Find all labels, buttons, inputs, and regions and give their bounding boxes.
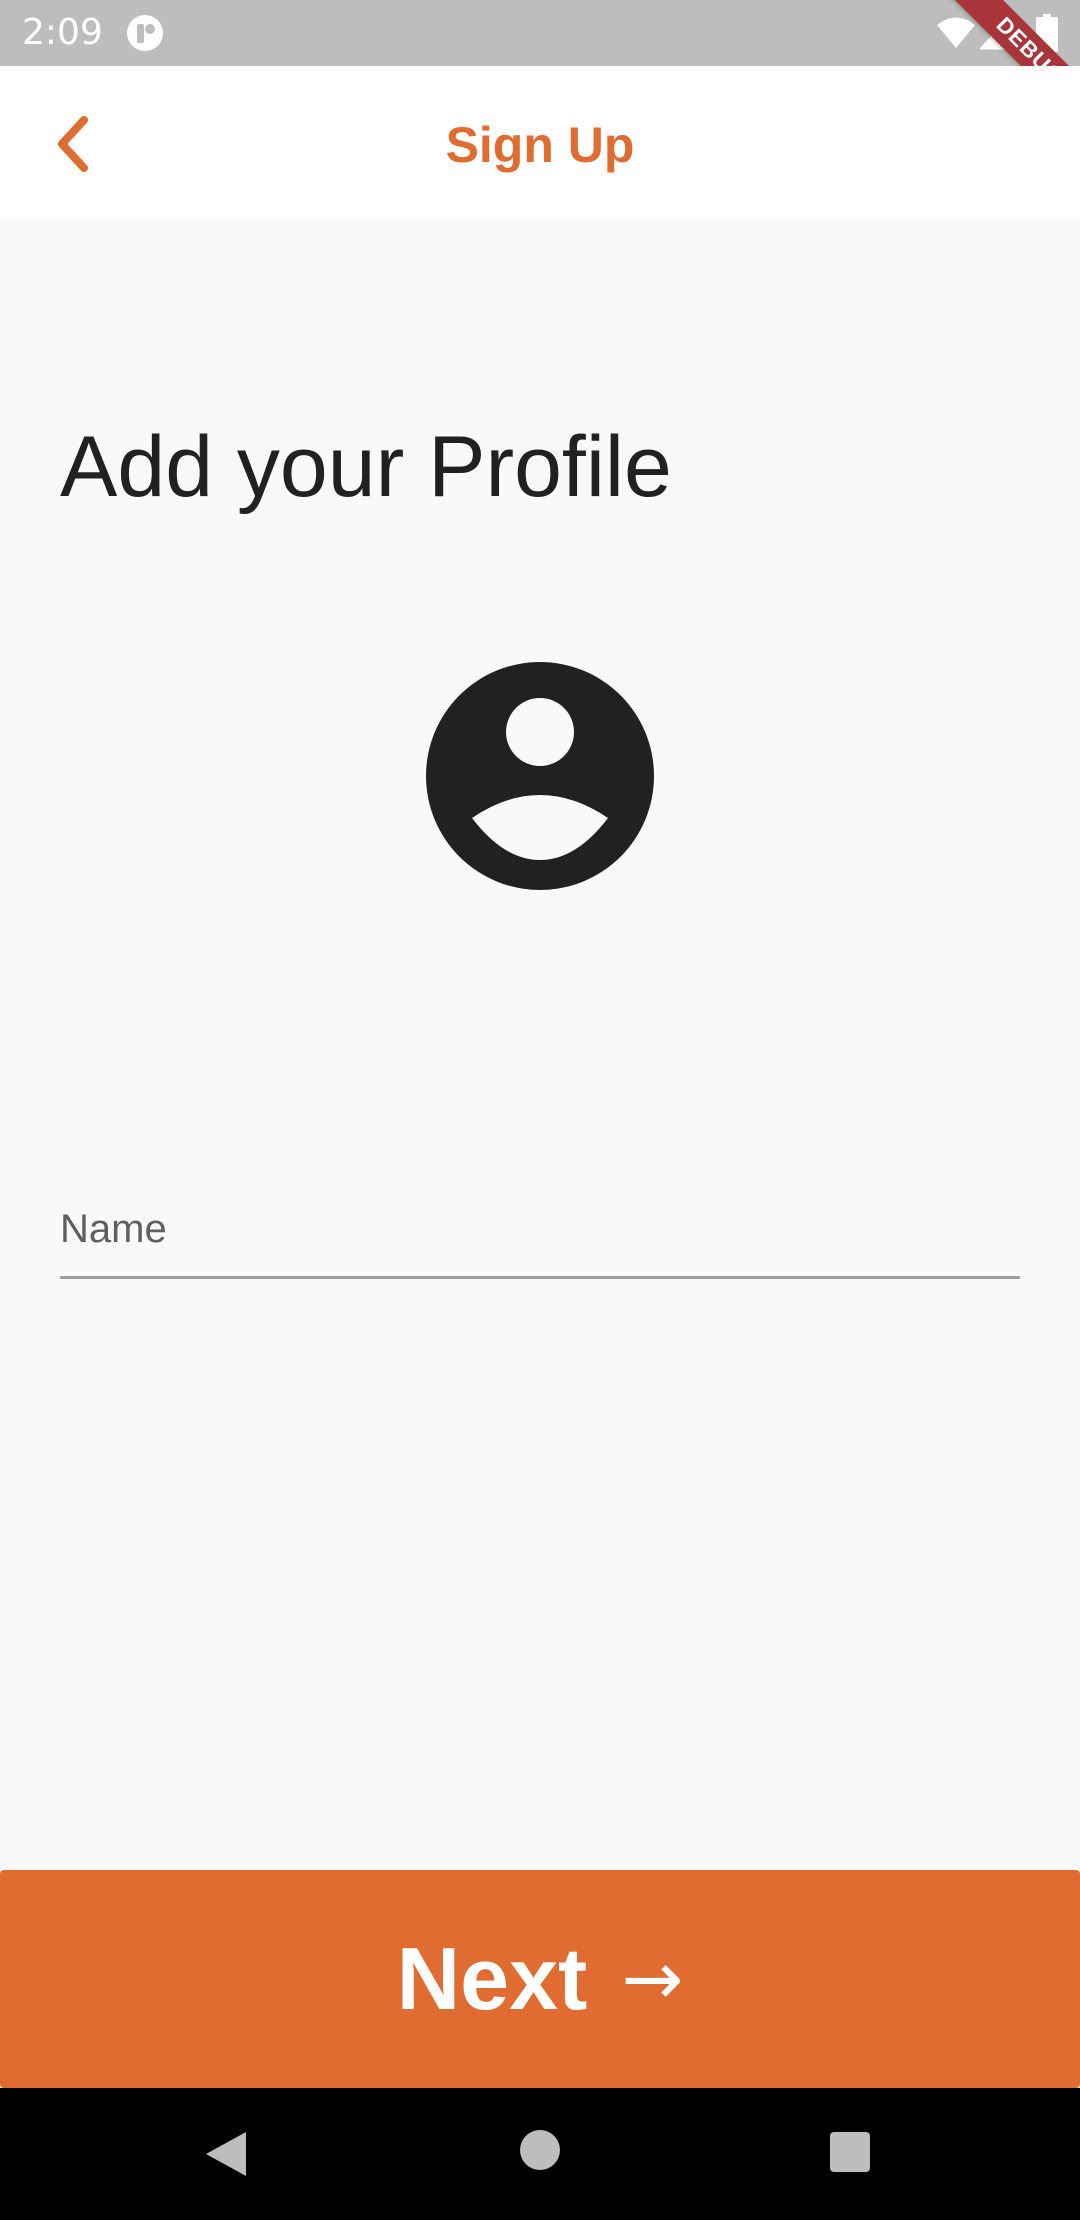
nav-recents-icon[interactable]	[828, 2130, 872, 2174]
nav-home-icon[interactable]	[518, 2128, 562, 2172]
status-bar: 2:09	[0, 0, 1080, 66]
next-label: Next	[396, 1929, 588, 2028]
name-input[interactable]	[60, 1160, 1020, 1278]
arrow-right-icon: →	[621, 1936, 684, 2022]
name-underline	[60, 1276, 1020, 1279]
nav-back-icon[interactable]	[200, 2128, 252, 2180]
wifi-icon	[937, 17, 975, 48]
app-bar: Sign Up	[0, 66, 1080, 220]
app-notification-icon	[127, 15, 163, 51]
name-field	[60, 1160, 1020, 1280]
sign-up-screen: 2:09 DEBUG Sign Up Add your Profile Name…	[0, 0, 1080, 2220]
status-time: 2:09	[22, 12, 103, 53]
navigation-bar	[0, 2088, 1080, 2220]
profile-heading: Add your Profile	[60, 419, 672, 515]
next-button[interactable]: Next →	[0, 1870, 1080, 2088]
page-title: Sign Up	[445, 117, 635, 173]
account-circle-icon[interactable]	[426, 662, 654, 890]
